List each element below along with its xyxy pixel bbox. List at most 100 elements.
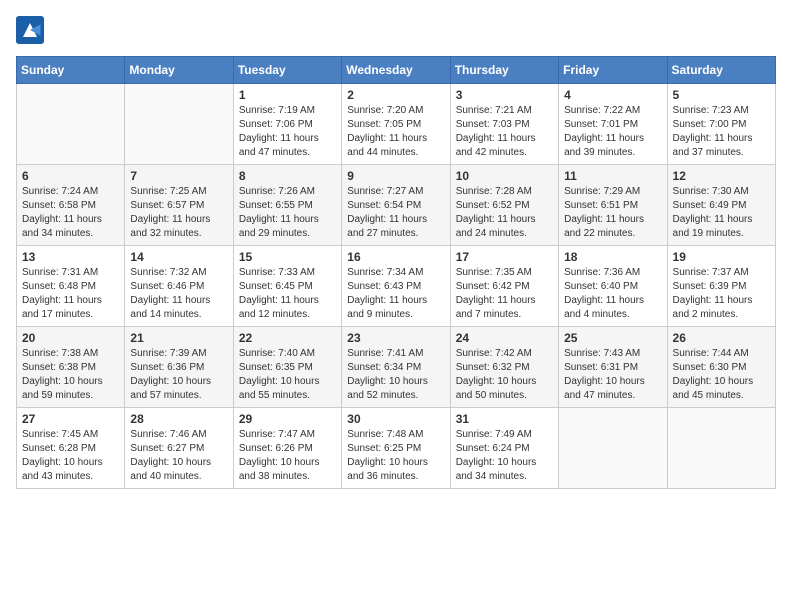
- day-number: 9: [347, 169, 444, 183]
- day-number: 29: [239, 412, 336, 426]
- day-cell: 27Sunrise: 7:45 AM Sunset: 6:28 PM Dayli…: [17, 408, 125, 489]
- day-cell: 2 Sunrise: 7:20 AM Sunset: 7:05 PM Daylig…: [342, 84, 450, 165]
- col-header-saturday: Saturday: [667, 57, 775, 84]
- day-info: Sunrise: 7:32 AM Sunset: 6:46 PM Dayligh…: [130, 266, 227, 322]
- day-info: Sunrise: 7:27 AM Sunset: 6:54 PM Dayligh…: [347, 185, 444, 241]
- day-cell: 14 Sunrise: 7:32 AM Sunset: 6:46 PM Dayli…: [125, 246, 233, 327]
- day-cell: 3Sunrise: 7:21 AM Sunset: 7:03 PM Daylig…: [450, 84, 558, 165]
- col-header-wednesday: Wednesday: [342, 57, 450, 84]
- day-cell: 26 Sunrise: 7:44 AM Sunset: 6:30 PM Dayli…: [667, 327, 775, 408]
- day-number: 11: [564, 169, 661, 183]
- day-info: Sunrise: 7:46 AM Sunset: 6:27 PM Dayligh…: [130, 428, 227, 484]
- day-info: Sunrise: 7:19 AM Sunset: 7:06 PM Dayligh…: [239, 104, 336, 160]
- day-cell: 22Sunrise: 7:40 AM Sunset: 6:35 PM Dayli…: [233, 327, 341, 408]
- day-info: Sunrise: 7:44 AM Sunset: 6:30 PM Dayligh…: [673, 347, 770, 403]
- day-info: Sunrise: 7:37 AM Sunset: 6:39 PM Dayligh…: [673, 266, 770, 322]
- day-cell: 9 Sunrise: 7:27 AM Sunset: 6:54 PM Daylig…: [342, 165, 450, 246]
- day-number: 24: [456, 331, 553, 345]
- logo: [16, 16, 48, 44]
- day-number: 12: [673, 169, 770, 183]
- day-cell: 5Sunrise: 7:23 AM Sunset: 7:00 PM Daylig…: [667, 84, 775, 165]
- col-header-monday: Monday: [125, 57, 233, 84]
- day-number: 26: [673, 331, 770, 345]
- day-info: Sunrise: 7:45 AM Sunset: 6:28 PM Dayligh…: [22, 428, 119, 484]
- day-info: Sunrise: 7:36 AM Sunset: 6:40 PM Dayligh…: [564, 266, 661, 322]
- day-cell: [559, 408, 667, 489]
- day-number: 4: [564, 88, 661, 102]
- week-row-1: 1 Sunrise: 7:19 AM Sunset: 7:06 PM Daylig…: [17, 84, 776, 165]
- day-number: 2: [347, 88, 444, 102]
- day-number: 25: [564, 331, 661, 345]
- day-number: 10: [456, 169, 553, 183]
- header-row: SundayMondayTuesdayWednesdayThursdayFrid…: [17, 57, 776, 84]
- day-info: Sunrise: 7:41 AM Sunset: 6:34 PM Dayligh…: [347, 347, 444, 403]
- day-cell: 25 Sunrise: 7:43 AM Sunset: 6:31 PM Dayli…: [559, 327, 667, 408]
- day-number: 14: [130, 250, 227, 264]
- day-cell: 8 Sunrise: 7:26 AM Sunset: 6:55 PM Daylig…: [233, 165, 341, 246]
- day-number: 16: [347, 250, 444, 264]
- day-cell: 15 Sunrise: 7:33 AM Sunset: 6:45 PM Dayli…: [233, 246, 341, 327]
- day-info: Sunrise: 7:35 AM Sunset: 6:42 PM Dayligh…: [456, 266, 553, 322]
- day-cell: 1 Sunrise: 7:19 AM Sunset: 7:06 PM Daylig…: [233, 84, 341, 165]
- day-info: Sunrise: 7:49 AM Sunset: 6:24 PM Dayligh…: [456, 428, 553, 484]
- day-number: 31: [456, 412, 553, 426]
- day-cell: 6 Sunrise: 7:24 AM Sunset: 6:58 PM Daylig…: [17, 165, 125, 246]
- day-number: 1: [239, 88, 336, 102]
- day-number: 28: [130, 412, 227, 426]
- day-info: Sunrise: 7:29 AM Sunset: 6:51 PM Dayligh…: [564, 185, 661, 241]
- day-info: Sunrise: 7:24 AM Sunset: 6:58 PM Dayligh…: [22, 185, 119, 241]
- page-header: [16, 16, 776, 44]
- day-info: Sunrise: 7:23 AM Sunset: 7:00 PM Dayligh…: [673, 104, 770, 160]
- week-row-5: 27Sunrise: 7:45 AM Sunset: 6:28 PM Dayli…: [17, 408, 776, 489]
- day-cell: [125, 84, 233, 165]
- day-cell: 12 Sunrise: 7:30 AM Sunset: 6:49 PM Dayli…: [667, 165, 775, 246]
- day-cell: 31 Sunrise: 7:49 AM Sunset: 6:24 PM Dayli…: [450, 408, 558, 489]
- day-info: Sunrise: 7:30 AM Sunset: 6:49 PM Dayligh…: [673, 185, 770, 241]
- col-header-sunday: Sunday: [17, 57, 125, 84]
- week-row-3: 13Sunrise: 7:31 AM Sunset: 6:48 PM Dayli…: [17, 246, 776, 327]
- day-cell: 19Sunrise: 7:37 AM Sunset: 6:39 PM Dayli…: [667, 246, 775, 327]
- day-cell: 21 Sunrise: 7:39 AM Sunset: 6:36 PM Dayli…: [125, 327, 233, 408]
- day-cell: 13Sunrise: 7:31 AM Sunset: 6:48 PM Dayli…: [17, 246, 125, 327]
- day-number: 18: [564, 250, 661, 264]
- day-info: Sunrise: 7:31 AM Sunset: 6:48 PM Dayligh…: [22, 266, 119, 322]
- day-number: 8: [239, 169, 336, 183]
- day-info: Sunrise: 7:20 AM Sunset: 7:05 PM Dayligh…: [347, 104, 444, 160]
- day-cell: 28 Sunrise: 7:46 AM Sunset: 6:27 PM Dayli…: [125, 408, 233, 489]
- day-cell: 11 Sunrise: 7:29 AM Sunset: 6:51 PM Dayli…: [559, 165, 667, 246]
- col-header-thursday: Thursday: [450, 57, 558, 84]
- day-info: Sunrise: 7:40 AM Sunset: 6:35 PM Dayligh…: [239, 347, 336, 403]
- day-info: Sunrise: 7:34 AM Sunset: 6:43 PM Dayligh…: [347, 266, 444, 322]
- day-number: 30: [347, 412, 444, 426]
- day-number: 21: [130, 331, 227, 345]
- day-cell: 10 Sunrise: 7:28 AM Sunset: 6:52 PM Dayli…: [450, 165, 558, 246]
- calendar-table: SundayMondayTuesdayWednesdayThursdayFrid…: [16, 56, 776, 489]
- day-info: Sunrise: 7:48 AM Sunset: 6:25 PM Dayligh…: [347, 428, 444, 484]
- day-number: 20: [22, 331, 119, 345]
- day-info: Sunrise: 7:38 AM Sunset: 6:38 PM Dayligh…: [22, 347, 119, 403]
- week-row-4: 20 Sunrise: 7:38 AM Sunset: 6:38 PM Dayli…: [17, 327, 776, 408]
- day-number: 7: [130, 169, 227, 183]
- day-cell: 18 Sunrise: 7:36 AM Sunset: 6:40 PM Dayli…: [559, 246, 667, 327]
- day-info: Sunrise: 7:39 AM Sunset: 6:36 PM Dayligh…: [130, 347, 227, 403]
- day-number: 15: [239, 250, 336, 264]
- day-cell: 23Sunrise: 7:41 AM Sunset: 6:34 PM Dayli…: [342, 327, 450, 408]
- day-info: Sunrise: 7:43 AM Sunset: 6:31 PM Dayligh…: [564, 347, 661, 403]
- day-info: Sunrise: 7:25 AM Sunset: 6:57 PM Dayligh…: [130, 185, 227, 241]
- day-cell: 29 Sunrise: 7:47 AM Sunset: 6:26 PM Dayli…: [233, 408, 341, 489]
- day-number: 6: [22, 169, 119, 183]
- day-cell: 24 Sunrise: 7:42 AM Sunset: 6:32 PM Dayli…: [450, 327, 558, 408]
- day-cell: 4 Sunrise: 7:22 AM Sunset: 7:01 PM Daylig…: [559, 84, 667, 165]
- day-info: Sunrise: 7:26 AM Sunset: 6:55 PM Dayligh…: [239, 185, 336, 241]
- day-cell: 17Sunrise: 7:35 AM Sunset: 6:42 PM Dayli…: [450, 246, 558, 327]
- day-info: Sunrise: 7:47 AM Sunset: 6:26 PM Dayligh…: [239, 428, 336, 484]
- day-cell: 7 Sunrise: 7:25 AM Sunset: 6:57 PM Daylig…: [125, 165, 233, 246]
- day-cell: [17, 84, 125, 165]
- day-cell: [667, 408, 775, 489]
- day-info: Sunrise: 7:22 AM Sunset: 7:01 PM Dayligh…: [564, 104, 661, 160]
- day-info: Sunrise: 7:28 AM Sunset: 6:52 PM Dayligh…: [456, 185, 553, 241]
- day-number: 3: [456, 88, 553, 102]
- day-cell: 20 Sunrise: 7:38 AM Sunset: 6:38 PM Dayli…: [17, 327, 125, 408]
- day-info: Sunrise: 7:33 AM Sunset: 6:45 PM Dayligh…: [239, 266, 336, 322]
- day-info: Sunrise: 7:42 AM Sunset: 6:32 PM Dayligh…: [456, 347, 553, 403]
